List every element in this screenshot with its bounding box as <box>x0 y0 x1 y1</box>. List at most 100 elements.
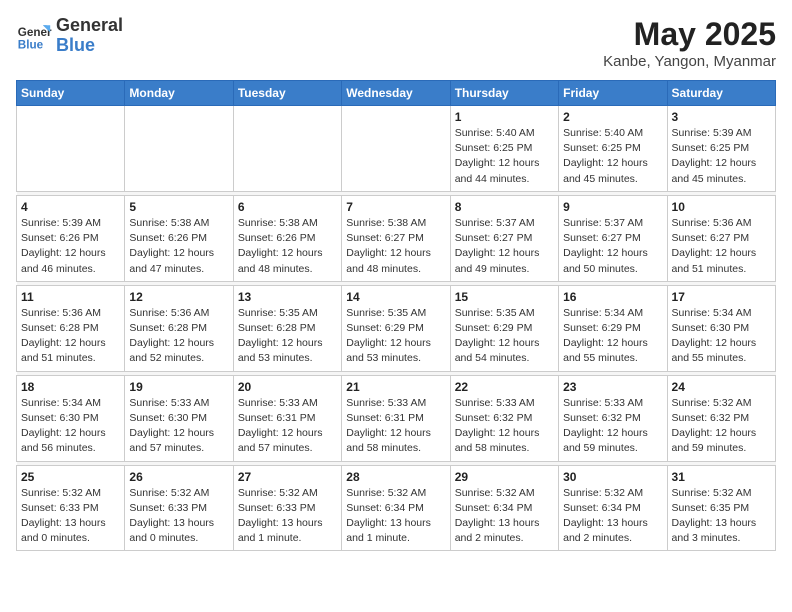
logo: General Blue General Blue <box>16 16 123 56</box>
calendar-title: May 2025 <box>603 16 776 53</box>
header-day: Sunday <box>17 81 125 106</box>
calendar-week-row: 18 Sunrise: 5:34 AM Sunset: 6:30 PM Dayli… <box>17 375 776 461</box>
cell-info-text: Sunrise: 5:37 AM Sunset: 6:27 PM Dayligh… <box>563 216 662 277</box>
cell-info-text: Sunrise: 5:35 AM Sunset: 6:29 PM Dayligh… <box>455 306 554 367</box>
cell-date-number: 11 <box>21 290 120 304</box>
calendar-cell <box>17 106 125 192</box>
cell-info-text: Sunrise: 5:32 AM Sunset: 6:33 PM Dayligh… <box>21 486 120 547</box>
cell-date-number: 15 <box>455 290 554 304</box>
logo-text: General Blue <box>56 16 123 56</box>
cell-info-text: Sunrise: 5:36 AM Sunset: 6:28 PM Dayligh… <box>129 306 228 367</box>
cell-date-number: 16 <box>563 290 662 304</box>
header-row: SundayMondayTuesdayWednesdayThursdayFrid… <box>17 81 776 106</box>
header-day: Monday <box>125 81 233 106</box>
calendar-cell: 27 Sunrise: 5:32 AM Sunset: 6:33 PM Dayli… <box>233 465 341 551</box>
calendar-cell <box>233 106 341 192</box>
cell-info-text: Sunrise: 5:39 AM Sunset: 6:26 PM Dayligh… <box>21 216 120 277</box>
calendar-cell: 26 Sunrise: 5:32 AM Sunset: 6:33 PM Dayli… <box>125 465 233 551</box>
calendar-cell: 22Sunrise: 5:33 AM Sunset: 6:32 PM Dayli… <box>450 375 558 461</box>
cell-date-number: 29 <box>455 470 554 484</box>
cell-date-number: 30 <box>563 470 662 484</box>
calendar-cell: 9 Sunrise: 5:37 AM Sunset: 6:27 PM Daylig… <box>559 195 667 281</box>
cell-date-number: 13 <box>238 290 337 304</box>
page-header: General Blue General Blue May 2025 Kanbe… <box>16 16 776 70</box>
cell-info-text: Sunrise: 5:32 AM Sunset: 6:35 PM Dayligh… <box>672 486 771 547</box>
cell-date-number: 23 <box>563 380 662 394</box>
calendar-cell <box>342 106 450 192</box>
logo-icon: General Blue <box>16 18 52 54</box>
cell-date-number: 22 <box>455 380 554 394</box>
calendar-cell: 19 Sunrise: 5:33 AM Sunset: 6:30 PM Dayli… <box>125 375 233 461</box>
cell-date-number: 17 <box>672 290 771 304</box>
cell-info-text: Sunrise: 5:34 AM Sunset: 6:30 PM Dayligh… <box>21 396 120 457</box>
cell-info-text: Sunrise: 5:33 AM Sunset: 6:31 PM Dayligh… <box>238 396 337 457</box>
calendar-subtitle: Kanbe, Yangon, Myanmar <box>603 53 776 70</box>
svg-text:Blue: Blue <box>18 38 44 51</box>
cell-info-text: Sunrise: 5:35 AM Sunset: 6:29 PM Dayligh… <box>346 306 445 367</box>
calendar-cell: 30Sunrise: 5:32 AM Sunset: 6:34 PM Dayli… <box>559 465 667 551</box>
cell-info-text: Sunrise: 5:39 AM Sunset: 6:25 PM Dayligh… <box>672 126 771 187</box>
cell-date-number: 9 <box>563 200 662 214</box>
calendar-cell: 17Sunrise: 5:34 AM Sunset: 6:30 PM Dayli… <box>667 285 775 371</box>
calendar-cell: 11Sunrise: 5:36 AM Sunset: 6:28 PM Dayli… <box>17 285 125 371</box>
cell-info-text: Sunrise: 5:32 AM Sunset: 6:32 PM Dayligh… <box>672 396 771 457</box>
calendar-cell: 4 Sunrise: 5:39 AM Sunset: 6:26 PM Daylig… <box>17 195 125 281</box>
calendar-week-row: 25 Sunrise: 5:32 AM Sunset: 6:33 PM Dayli… <box>17 465 776 551</box>
calendar-cell <box>125 106 233 192</box>
calendar-cell: 28Sunrise: 5:32 AM Sunset: 6:34 PM Dayli… <box>342 465 450 551</box>
cell-info-text: Sunrise: 5:32 AM Sunset: 6:34 PM Dayligh… <box>346 486 445 547</box>
cell-date-number: 19 <box>129 380 228 394</box>
calendar-header: SundayMondayTuesdayWednesdayThursdayFrid… <box>17 81 776 106</box>
cell-date-number: 1 <box>455 110 554 124</box>
cell-info-text: Sunrise: 5:34 AM Sunset: 6:29 PM Dayligh… <box>563 306 662 367</box>
calendar-cell: 20 Sunrise: 5:33 AM Sunset: 6:31 PM Dayli… <box>233 375 341 461</box>
cell-info-text: Sunrise: 5:38 AM Sunset: 6:26 PM Dayligh… <box>129 216 228 277</box>
calendar-cell: 10Sunrise: 5:36 AM Sunset: 6:27 PM Dayli… <box>667 195 775 281</box>
cell-date-number: 31 <box>672 470 771 484</box>
cell-date-number: 24 <box>672 380 771 394</box>
cell-date-number: 26 <box>129 470 228 484</box>
cell-info-text: Sunrise: 5:40 AM Sunset: 6:25 PM Dayligh… <box>563 126 662 187</box>
calendar-cell: 29 Sunrise: 5:32 AM Sunset: 6:34 PM Dayli… <box>450 465 558 551</box>
calendar-cell: 5 Sunrise: 5:38 AM Sunset: 6:26 PM Daylig… <box>125 195 233 281</box>
logo-line2: Blue <box>56 36 123 56</box>
cell-date-number: 18 <box>21 380 120 394</box>
calendar-table: SundayMondayTuesdayWednesdayThursdayFrid… <box>16 80 776 551</box>
calendar-cell: 24 Sunrise: 5:32 AM Sunset: 6:32 PM Dayli… <box>667 375 775 461</box>
cell-info-text: Sunrise: 5:37 AM Sunset: 6:27 PM Dayligh… <box>455 216 554 277</box>
calendar-cell: 2Sunrise: 5:40 AM Sunset: 6:25 PM Daylig… <box>559 106 667 192</box>
cell-date-number: 10 <box>672 200 771 214</box>
cell-date-number: 8 <box>455 200 554 214</box>
calendar-cell: 16 Sunrise: 5:34 AM Sunset: 6:29 PM Dayli… <box>559 285 667 371</box>
cell-date-number: 5 <box>129 200 228 214</box>
cell-date-number: 6 <box>238 200 337 214</box>
header-day: Thursday <box>450 81 558 106</box>
cell-info-text: Sunrise: 5:32 AM Sunset: 6:34 PM Dayligh… <box>455 486 554 547</box>
logo-line1: General <box>56 16 123 36</box>
calendar-week-row: 4 Sunrise: 5:39 AM Sunset: 6:26 PM Daylig… <box>17 195 776 281</box>
cell-info-text: Sunrise: 5:32 AM Sunset: 6:33 PM Dayligh… <box>129 486 228 547</box>
cell-info-text: Sunrise: 5:38 AM Sunset: 6:27 PM Dayligh… <box>346 216 445 277</box>
header-day: Friday <box>559 81 667 106</box>
cell-info-text: Sunrise: 5:32 AM Sunset: 6:33 PM Dayligh… <box>238 486 337 547</box>
calendar-cell: 7Sunrise: 5:38 AM Sunset: 6:27 PM Daylig… <box>342 195 450 281</box>
calendar-cell: 21 Sunrise: 5:33 AM Sunset: 6:31 PM Dayli… <box>342 375 450 461</box>
cell-date-number: 20 <box>238 380 337 394</box>
calendar-cell: 31 Sunrise: 5:32 AM Sunset: 6:35 PM Dayli… <box>667 465 775 551</box>
calendar-cell: 18 Sunrise: 5:34 AM Sunset: 6:30 PM Dayli… <box>17 375 125 461</box>
cell-info-text: Sunrise: 5:40 AM Sunset: 6:25 PM Dayligh… <box>455 126 554 187</box>
cell-date-number: 21 <box>346 380 445 394</box>
header-day: Saturday <box>667 81 775 106</box>
calendar-week-row: 1 Sunrise: 5:40 AM Sunset: 6:25 PM Daylig… <box>17 106 776 192</box>
cell-date-number: 27 <box>238 470 337 484</box>
cell-date-number: 25 <box>21 470 120 484</box>
calendar-cell: 1 Sunrise: 5:40 AM Sunset: 6:25 PM Daylig… <box>450 106 558 192</box>
calendar-cell: 8 Sunrise: 5:37 AM Sunset: 6:27 PM Daylig… <box>450 195 558 281</box>
calendar-cell: 3Sunrise: 5:39 AM Sunset: 6:25 PM Daylig… <box>667 106 775 192</box>
cell-info-text: Sunrise: 5:33 AM Sunset: 6:31 PM Dayligh… <box>346 396 445 457</box>
title-block: May 2025 Kanbe, Yangon, Myanmar <box>603 16 776 70</box>
calendar-cell: 23Sunrise: 5:33 AM Sunset: 6:32 PM Dayli… <box>559 375 667 461</box>
cell-info-text: Sunrise: 5:33 AM Sunset: 6:30 PM Dayligh… <box>129 396 228 457</box>
cell-info-text: Sunrise: 5:35 AM Sunset: 6:28 PM Dayligh… <box>238 306 337 367</box>
cell-date-number: 4 <box>21 200 120 214</box>
